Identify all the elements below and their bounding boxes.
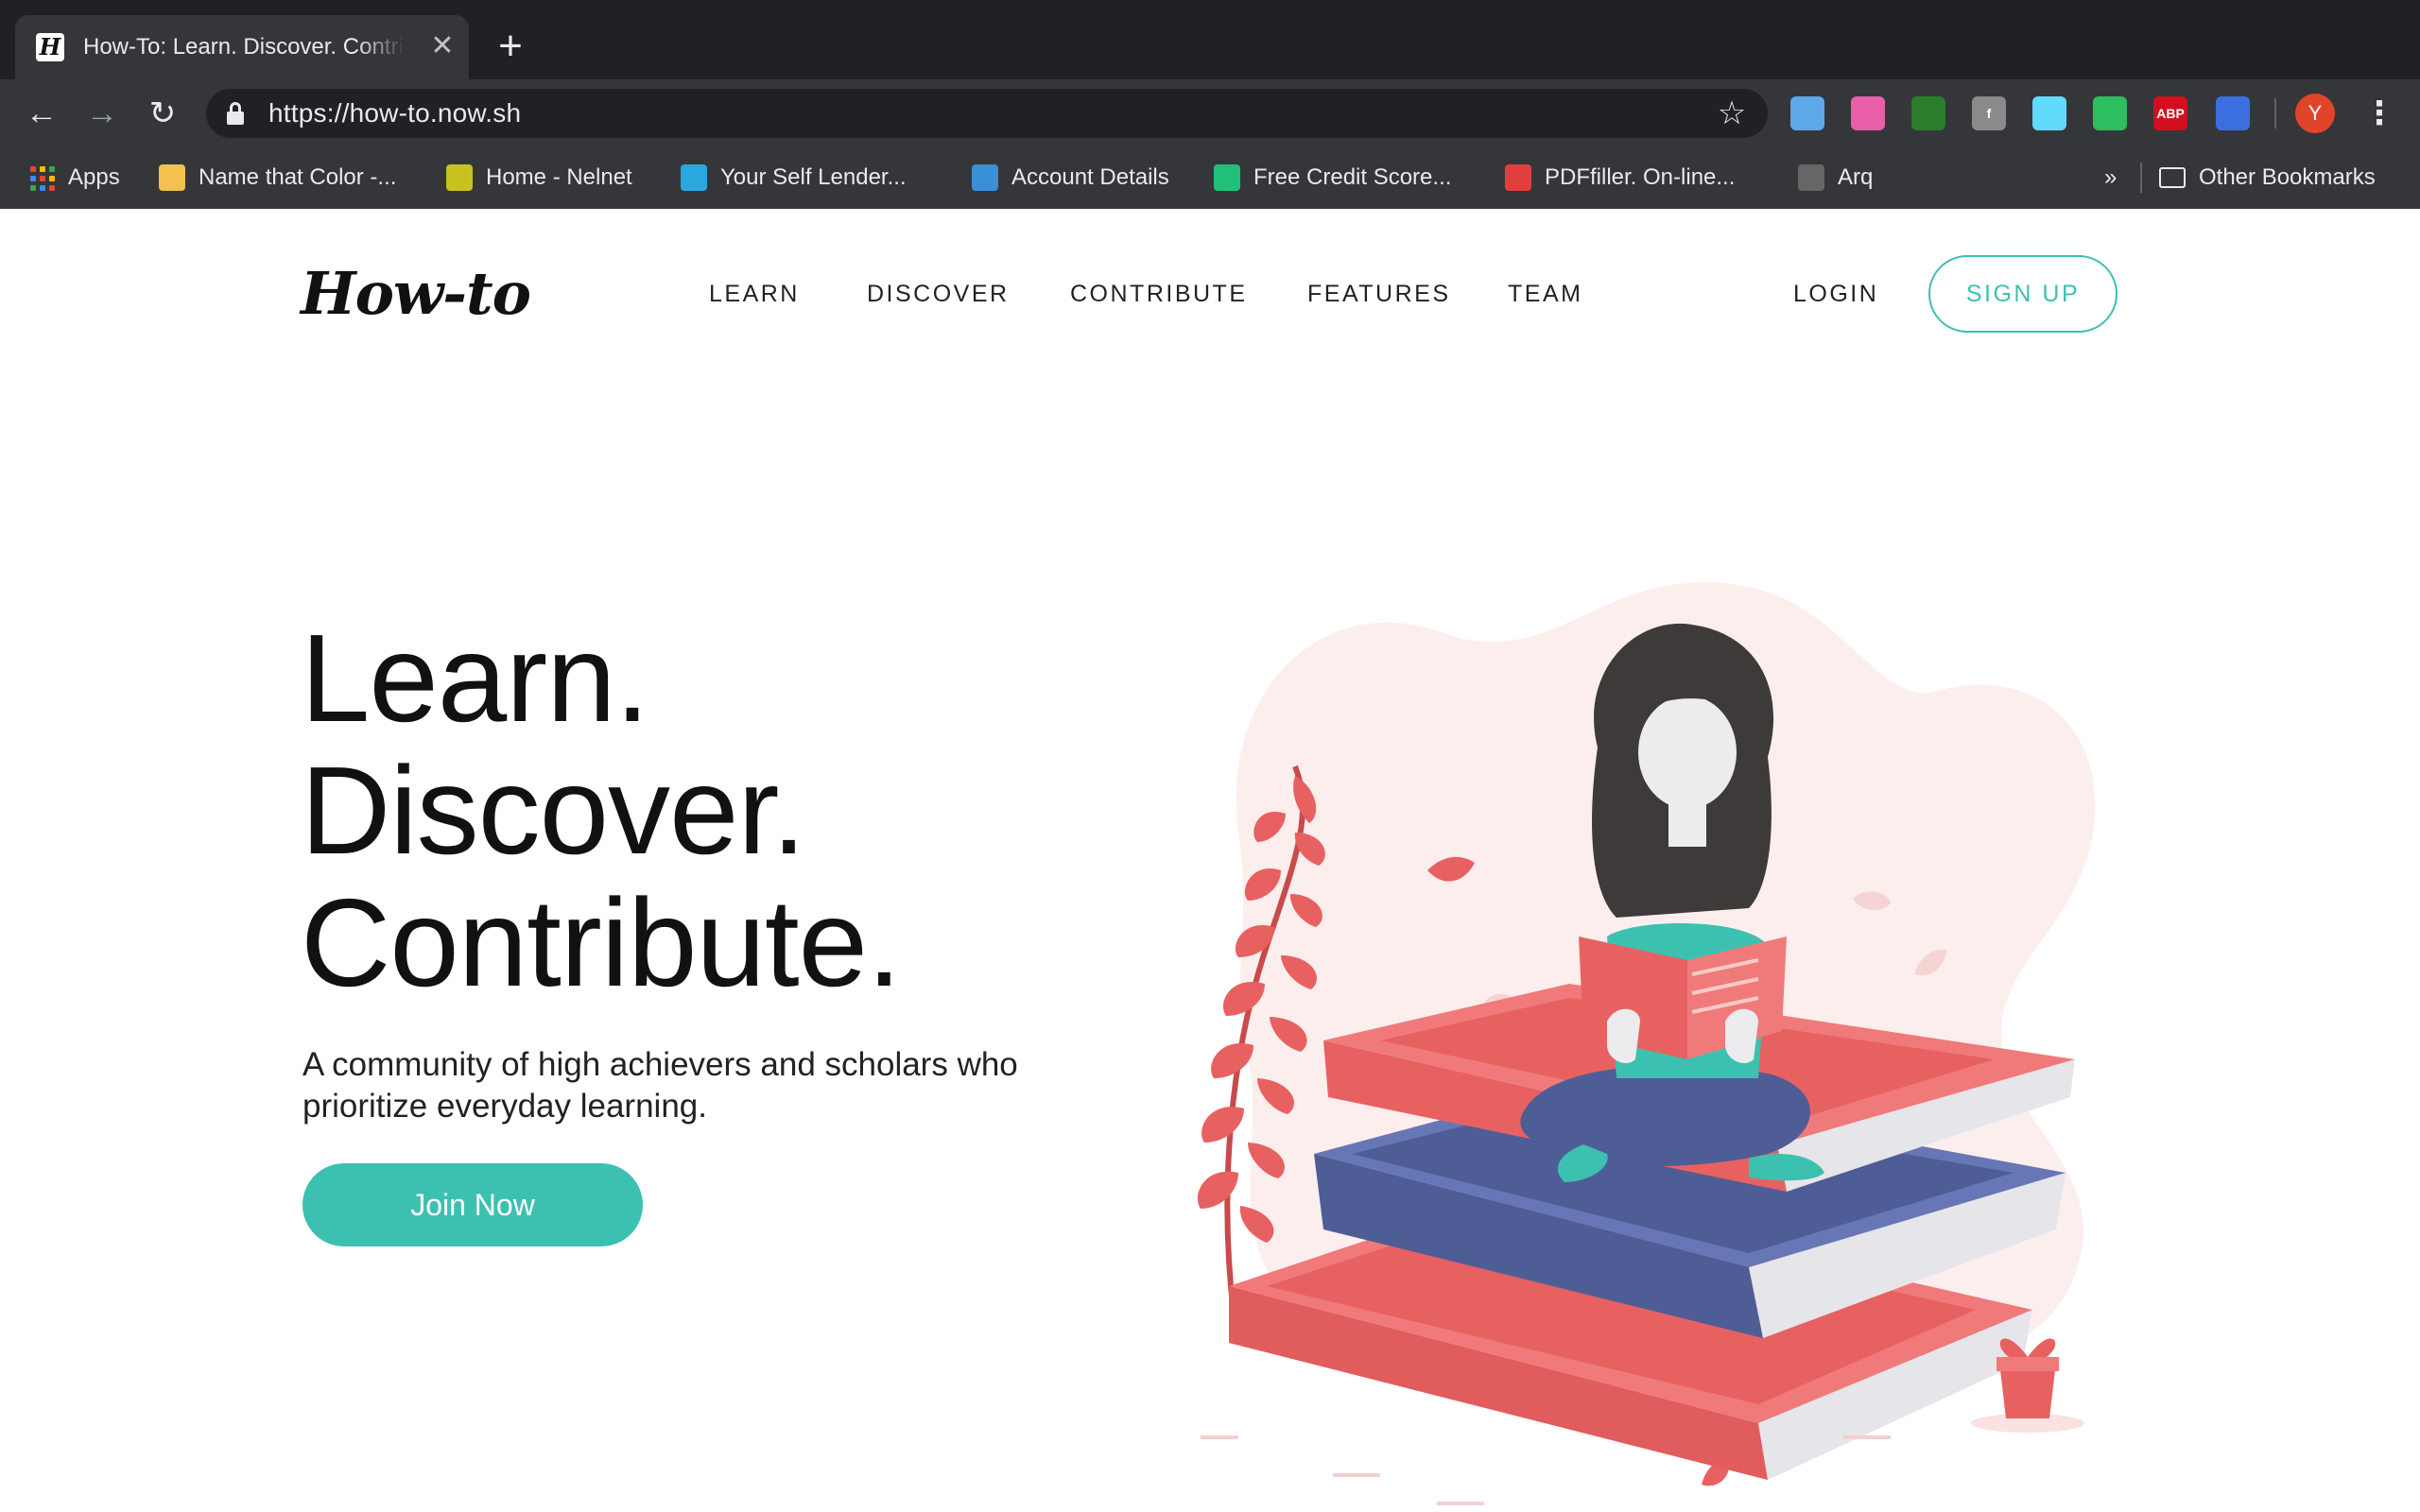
other-bookmarks-folder[interactable]: Other Bookmarks <box>2159 157 2376 198</box>
reading-girl-illustration <box>1197 582 2096 1505</box>
toolbar-separator <box>2274 98 2276 129</box>
adblock-icon[interactable]: ABP <box>2153 96 2187 130</box>
browser-menu-icon[interactable]: ⋮ <box>2363 93 2395 134</box>
evernote-icon[interactable] <box>2093 96 2127 130</box>
back-arrow-icon[interactable]: ← <box>21 93 62 134</box>
site-logo[interactable]: How-to <box>301 256 531 332</box>
bookmark-item[interactable]: Your Self Lender... <box>681 157 907 198</box>
facebook-icon[interactable]: f <box>1972 96 2006 130</box>
bookmarks-separator <box>2140 163 2142 193</box>
bookmark-label: Account Details <box>1011 164 1169 190</box>
howto-favicon-icon: H <box>36 33 64 61</box>
name-that-color-icon <box>159 164 185 191</box>
hero-line-discover: Discover. <box>301 741 806 880</box>
credit-karma-icon <box>1214 164 1240 191</box>
close-tab-icon[interactable]: ✕ <box>425 29 459 63</box>
bookmarks-bar: Apps Name that Color -... Home - Nelnet You… <box>0 147 2420 209</box>
bookmark-label: Home - Nelnet <box>486 164 632 190</box>
new-tab-button[interactable]: + <box>488 26 533 68</box>
reload-icon[interactable]: ↻ <box>142 93 183 134</box>
join-now-button[interactable]: Join Now <box>302 1163 643 1246</box>
bookmark-label: Arq <box>1838 164 1874 190</box>
bookmarks-overflow-button[interactable]: » <box>2104 157 2117 198</box>
bookmark-item[interactable]: PDFfiller. On-line... <box>1505 157 1735 198</box>
bookmark-item[interactable]: Home - Nelnet <box>446 157 632 198</box>
apps-grid-icon <box>28 164 55 191</box>
nav-features[interactable]: FEATURES <box>1307 277 1451 311</box>
browser-tab-active[interactable]: H How-To: Learn. Discover. Contribute. ✕ <box>15 15 469 79</box>
bookmark-label: Apps <box>68 164 120 190</box>
folder-icon <box>2159 167 2186 188</box>
pdffiller-icon <box>1505 164 1531 191</box>
bookmark-label: PDFfiller. On-line... <box>1545 164 1736 190</box>
eyedropper-icon[interactable] <box>2216 96 2250 130</box>
arq-icon <box>1798 164 1824 191</box>
other-bookmarks-label: Other Bookmarks <box>2199 164 2376 190</box>
login-link[interactable]: LOGIN <box>1793 277 1878 311</box>
hero-heading: Learn. Discover. Contribute. <box>301 612 1151 1009</box>
bookmark-item[interactable]: Name that Color -... <box>159 157 396 198</box>
signup-button[interactable]: SIGN UP <box>1928 255 2118 333</box>
tab-title: How-To: Learn. Discover. Contribute. <box>83 34 405 60</box>
lock-icon <box>227 102 244 125</box>
bookmark-star-icon[interactable]: ☆ <box>1713 94 1751 132</box>
page-content: How-to LEARN DISCOVER CONTRIBUTE FEATURE… <box>0 209 2420 1512</box>
browser-toolbar: ← → ↻ https://how-to.now.sh ☆ f ABP Y ⋮ <box>0 79 2420 147</box>
nav-contribute[interactable]: CONTRIBUTE <box>1070 277 1248 311</box>
hero-subtitle: A community of high achievers and schola… <box>302 1046 1018 1125</box>
url-text[interactable]: https://how-to.now.sh <box>268 96 521 130</box>
bookmark-item[interactable]: Free Credit Score... <box>1214 157 1451 198</box>
address-bar[interactable]: https://how-to.now.sh ☆ <box>206 89 1768 138</box>
forward-arrow-icon[interactable]: → <box>81 93 123 134</box>
bookmark-item[interactable]: Arq <box>1798 157 1873 198</box>
tab-strip: H How-To: Learn. Discover. Contribute. ✕… <box>0 0 2420 79</box>
self-lender-icon <box>681 164 707 191</box>
nelnet-icon <box>446 164 473 191</box>
bookmark-label: Name that Color -... <box>199 164 397 190</box>
nav-learn[interactable]: LEARN <box>709 277 800 311</box>
bookmark-item[interactable]: Account Details <box>972 157 1169 198</box>
browser-chrome: H How-To: Learn. Discover. Contribute. ✕… <box>0 0 2420 209</box>
sketch-icon[interactable] <box>1790 96 1824 130</box>
bookmark-label: Your Self Lender... <box>720 164 907 190</box>
nav-discover[interactable]: DISCOVER <box>867 277 1010 311</box>
react-icon[interactable] <box>2032 96 2066 130</box>
bookmark-label: Free Credit Score... <box>1253 164 1452 190</box>
account-details-icon <box>972 164 998 191</box>
profile-avatar[interactable]: Y <box>2295 94 2335 133</box>
screenshot-icon[interactable] <box>1911 96 1945 130</box>
hero-line-learn: Learn. <box>301 609 649 747</box>
bookmark-item[interactable]: Apps <box>28 157 120 198</box>
hero-line-contribute: Contribute. <box>301 873 902 1012</box>
color-gradient-icon[interactable] <box>1851 96 1885 130</box>
nav-team[interactable]: TEAM <box>1508 277 1582 311</box>
